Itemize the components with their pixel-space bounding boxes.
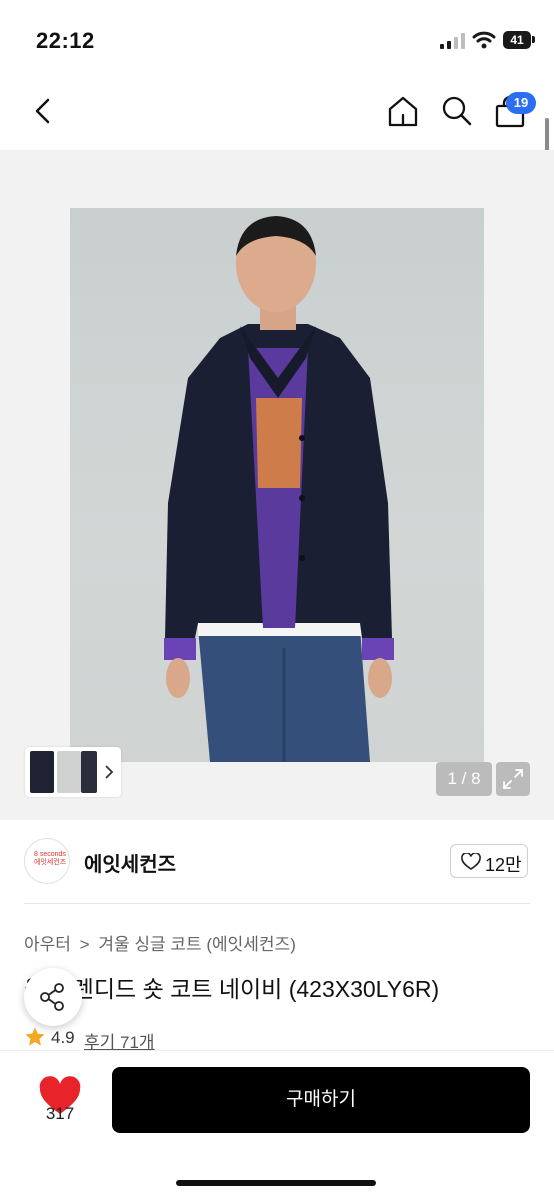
star-icon — [25, 1027, 45, 1046]
buy-button[interactable]: 구매하기 — [112, 1067, 530, 1133]
expand-icon[interactable] — [496, 762, 530, 796]
wish-count: 317 — [45, 1104, 75, 1123]
breadcrumb-subcategory[interactable]: 겨울 싱글 코트 (에잇세컨즈) — [98, 935, 296, 954]
chevron-right-icon[interactable] — [103, 764, 115, 780]
product-gallery[interactable] — [0, 150, 554, 820]
brand-like-count: 12만 — [485, 855, 522, 875]
brand-like-button[interactable]: 12만 — [450, 844, 528, 878]
thumbnail-image[interactable] — [57, 751, 81, 793]
heart-outline-icon — [461, 853, 481, 870]
share-button[interactable] — [24, 968, 82, 1026]
brand-row: 8 seconds 에잇세컨즈 에잇세컨즈 12만 — [0, 830, 554, 896]
product-title: 울 블렌디드 숏 코트 네이비 (423X30LY6R) — [24, 976, 440, 1002]
cellular-signal-icon — [440, 33, 465, 49]
thumbnail-image[interactable] — [81, 751, 97, 793]
chevron-left-icon[interactable] — [28, 94, 58, 128]
battery-level: 41 — [503, 31, 531, 49]
gallery-pager: 1 / 8 — [436, 762, 492, 796]
breadcrumb-separator: > — [79, 935, 90, 954]
thumbnail-image[interactable] — [30, 751, 54, 793]
rating-value: 4.9 — [51, 1028, 75, 1047]
breadcrumb-category[interactable]: 아우터 — [24, 935, 71, 954]
divider — [24, 903, 530, 904]
share-icon — [40, 983, 64, 1011]
battery-icon: 41 — [503, 31, 535, 49]
status-bar: 22:12 41 — [0, 0, 554, 80]
wifi-icon — [472, 31, 496, 49]
top-nav-bar — [0, 80, 554, 150]
home-indicator — [176, 1180, 376, 1186]
home-icon[interactable] — [386, 94, 420, 128]
status-time: 22:12 — [36, 28, 95, 53]
model-illustration — [164, 216, 394, 762]
search-icon[interactable] — [440, 94, 474, 128]
brand-logo[interactable]: 8 seconds 에잇세컨즈 — [24, 838, 70, 884]
product-photo[interactable] — [70, 208, 484, 762]
thumbnail-strip[interactable] — [25, 747, 121, 797]
cart-count-badge: 19 — [506, 92, 536, 114]
brand-name[interactable]: 에잇세컨즈 — [84, 848, 176, 877]
breadcrumb: 아우터 > 겨울 싱글 코트 (에잇세컨즈) — [24, 930, 296, 955]
